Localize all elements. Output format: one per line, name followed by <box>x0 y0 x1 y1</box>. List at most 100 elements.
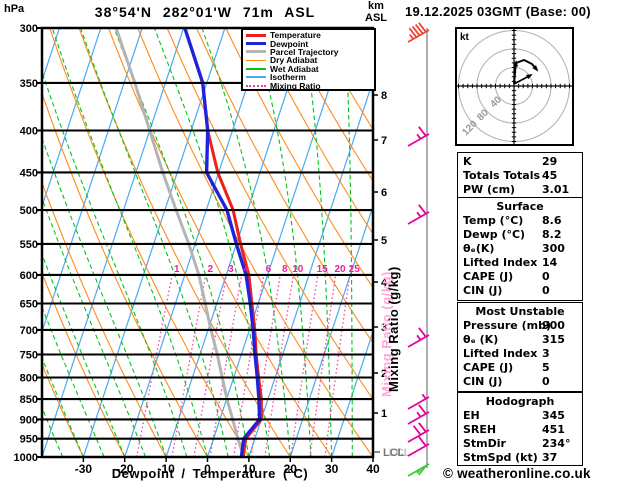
pressure-tick-label: 1000 <box>14 452 38 464</box>
table-row-label: Dewp (°C) <box>463 228 526 241</box>
pressure-tick-label: 600 <box>20 270 38 282</box>
table-row: SREH 451 <box>458 423 582 437</box>
pressure-tick-label: 400 <box>20 126 38 138</box>
table-row-label: Lifted Index <box>463 347 538 360</box>
legend-label: Mixing Ratio <box>270 80 321 91</box>
wind-barb-feather <box>418 126 427 137</box>
table-row-label: K <box>463 155 472 168</box>
table-row-value: 0 <box>542 284 550 297</box>
km-tick-label: 6 <box>381 187 387 199</box>
wet-adiabat-line <box>253 28 312 457</box>
legend-sample-temperature <box>246 33 266 37</box>
table-row-value: 900 <box>542 319 565 332</box>
table-row-value: 29 <box>542 155 558 168</box>
mixing-ratio-value-label: 8 <box>282 264 288 275</box>
pressure-tick-label: 350 <box>20 78 38 90</box>
mixing-ratio-value-label: 2 <box>207 264 213 275</box>
wind-barb <box>407 422 430 443</box>
indices-box-surface: Surface Temp (°C) 8.6 Dewp (°C) 8.2 θₑ(K) 300 L… <box>457 197 583 301</box>
table-row: EH 345 <box>458 409 582 423</box>
km-tick-label: 1 <box>381 408 387 420</box>
table-row: StmSpd (kt) 37 <box>458 451 582 465</box>
pressure-tick-label: 750 <box>20 349 38 361</box>
pressure-tick-label: 450 <box>20 167 38 179</box>
pressure-tick-label: 800 <box>20 372 38 384</box>
wet-adiabat-line <box>344 28 353 457</box>
table-row: θₑ (K) 315 <box>458 333 582 347</box>
pressure-tick-label: 950 <box>20 434 38 446</box>
mixing-ratio-value-label: 6 <box>266 264 272 275</box>
table-row: Totals Totals 45 <box>458 169 582 183</box>
table-row-value: 0 <box>542 270 550 283</box>
mixing-ratio-line <box>135 274 173 457</box>
wind-barb-feather <box>418 422 427 433</box>
wind-barb <box>407 204 430 225</box>
table-row-value: 37 <box>542 451 558 464</box>
indices-box-most-unstable: Most Unstable Pressure (mb) 900 θₑ (K) 315 Li… <box>457 302 583 392</box>
table-row: StmDir 234° <box>458 437 582 451</box>
isotherm-line <box>289 204 373 457</box>
wind-barb-feather <box>416 211 422 218</box>
table-row-value: 300 <box>542 242 565 255</box>
mixing-ratio-line <box>193 274 228 457</box>
wind-barb-feather <box>416 133 422 140</box>
table-row-value: 345 <box>542 409 565 422</box>
table-row-label: CAPE (J) <box>463 361 514 374</box>
table-row-value: 8.2 <box>542 228 562 241</box>
table-row-label: CIN (J) <box>463 284 503 297</box>
pressure-tick-label: 850 <box>20 394 38 406</box>
table-row-value: 14 <box>542 256 558 269</box>
table-row-label: Totals Totals <box>463 169 541 182</box>
table-row: CIN (J) 0 <box>458 284 582 298</box>
pressure-tick-label: 900 <box>20 414 38 426</box>
pressure-tick-label: 500 <box>20 205 38 217</box>
legend-sample-wet-adiabat <box>246 68 266 70</box>
indices-box-hodograph: Hodograph EH 345 SREH 451 StmDir 234° StmSpd (k… <box>457 392 583 466</box>
table-row: K 29 <box>458 155 582 169</box>
mixing-ratio-value-label: 15 <box>317 264 329 275</box>
mixing-ratio-value-label: 10 <box>292 264 304 275</box>
table-row-label: StmSpd (kt) <box>463 451 538 464</box>
table-row-label: CIN (J) <box>463 375 503 388</box>
table-row-label: EH <box>463 409 480 422</box>
dry-adiabat-line <box>313 28 373 131</box>
table-row-value: 5 <box>542 361 550 374</box>
table-row-label: PW (cm) <box>463 183 516 196</box>
table-row: PW (cm) 3.01 <box>458 183 582 197</box>
wind-barb <box>407 22 430 43</box>
legend-sample-dry-adiabat <box>246 59 266 62</box>
dry-adiabat-line <box>402 28 440 457</box>
wind-barb-feather <box>418 436 427 447</box>
wet-adiabat-line <box>42 305 105 457</box>
skewt-sounding-page: hPa 38°54'N 282°01'W 71m ASL km ASL 19.1… <box>0 0 629 486</box>
legend-label: Temperature <box>270 30 321 41</box>
copyright: © weatheronline.co.uk <box>443 466 591 481</box>
mixing-ratio-value-label: 4 <box>243 264 249 275</box>
km-tick-label: 7 <box>381 135 387 147</box>
indices-box-header: Most Unstable <box>475 305 565 318</box>
dry-adiabat-line <box>431 28 440 457</box>
temp-tick-label: 40 <box>366 462 380 476</box>
legend-label: Isotherm <box>270 72 306 83</box>
km-tick-label: 8 <box>381 90 387 102</box>
table-row-value: 3.01 <box>542 183 570 196</box>
wind-barb-feather <box>416 411 422 418</box>
table-row-label: Pressure (mb) <box>463 319 551 332</box>
legend-sample-isotherm <box>246 76 266 78</box>
pressure-tick-label: 650 <box>20 299 38 311</box>
wind-barb <box>407 327 430 348</box>
wind-barb-feather <box>418 327 427 338</box>
isotherm-line <box>42 28 102 209</box>
table-row-value: 451 <box>542 423 565 436</box>
mixing-ratio-line <box>171 274 207 457</box>
mixing-ratio-value-label: 3 <box>228 264 234 275</box>
table-row: Pressure (mb) 900 <box>458 319 582 333</box>
indices-box: K 29 Totals Totals 45 PW (cm) 3.01 <box>457 152 583 198</box>
isotherm-line <box>0 28 18 457</box>
legend-sample-dewpoint <box>246 42 266 46</box>
wind-barb-feather <box>416 334 422 341</box>
plot-border <box>40 26 375 459</box>
table-row: CAPE (J) 0 <box>458 270 582 284</box>
pressure-tick-label: 550 <box>20 239 38 251</box>
hodograph: 4080120kt <box>455 27 574 146</box>
